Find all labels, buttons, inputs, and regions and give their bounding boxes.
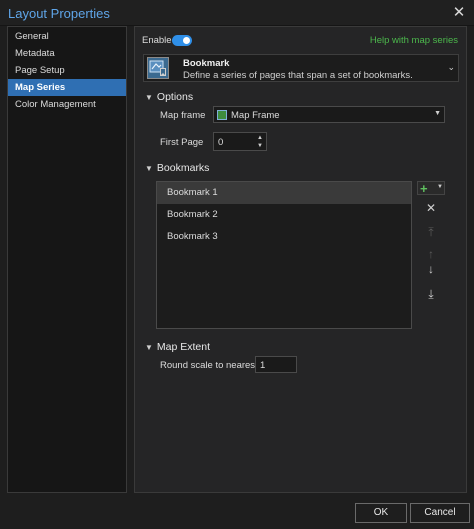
first-page-input[interactable]: 0 ▲ ▼ [213,132,267,151]
list-item[interactable]: Bookmark 1 [157,182,411,204]
options-section-header[interactable]: ▼ Options [145,91,193,103]
map-extent-section-header[interactable]: ▼ Map Extent [145,341,210,353]
move-up-icon[interactable]: ↑ [422,247,440,261]
decrement-icon[interactable]: ▼ [257,142,263,150]
collapse-chevron-icon: ▼ [145,164,153,173]
map-series-panel: Enable Help with map series Bookmark Def… [134,26,467,493]
cancel-button[interactable]: Cancel [410,503,470,523]
bookmarks-list[interactable]: Bookmark 1 Bookmark 2 Bookmark 3 [156,181,412,329]
add-bookmark-button[interactable]: + ▼ [417,181,445,196]
map-frame-icon [217,110,227,120]
list-item[interactable]: Bookmark 2 [157,204,411,226]
close-icon[interactable]: ✕ [452,5,466,20]
collapse-chevron-icon: ▼ [145,343,153,352]
first-page-value: 0 [218,137,224,148]
help-with-map-series-link[interactable]: Help with map series [370,35,458,46]
map-frame-label: Map frame [160,110,206,121]
nav-item-map-series[interactable]: Map Series [8,79,126,96]
series-type-selector[interactable]: Bookmark Define a series of pages that s… [143,54,459,82]
first-page-label: First Page [160,137,204,148]
chevron-down-icon: ⌄ [447,62,455,72]
series-type-description: Define a series of pages that span a set… [183,70,413,81]
round-scale-label: Round scale to nearest [160,360,258,371]
properties-nav: General Metadata Page Setup Map Series C… [7,26,127,493]
bookmarks-header-label: Bookmarks [156,162,210,174]
nav-item-metadata[interactable]: Metadata [8,45,126,62]
options-header-label: Options [156,91,194,103]
nav-item-general[interactable]: General [8,28,126,45]
chevron-down-icon: ▼ [437,184,443,190]
enable-label: Enable [142,35,172,46]
map-frame-value: Map Frame [231,110,280,121]
ok-button[interactable]: OK [355,503,407,523]
map-frame-dropdown[interactable]: Map Frame ▼ [213,106,445,123]
round-scale-value: 1 [260,360,266,371]
enable-toggle[interactable] [172,35,192,46]
series-type-name: Bookmark [183,58,230,69]
round-scale-input[interactable]: 1 [255,356,297,373]
nav-item-color-management[interactable]: Color Management [8,96,126,113]
increment-icon[interactable]: ▲ [257,134,263,142]
map-extent-header-label: Map Extent [156,341,211,353]
move-to-top-icon[interactable]: ⤒ [422,225,440,240]
bookmarks-section-header[interactable]: ▼ Bookmarks [145,162,209,174]
collapse-chevron-icon: ▼ [145,93,153,102]
move-to-bottom-icon[interactable]: ⤓ [422,287,440,302]
bookmark-map-icon [147,57,169,79]
move-down-icon[interactable]: ↓ [422,262,440,276]
window-title: Layout Properties [8,6,110,21]
plus-icon: + [420,181,428,196]
dropdown-arrow-icon: ▼ [434,110,441,117]
remove-icon[interactable]: ✕ [422,201,440,215]
nav-item-page-setup[interactable]: Page Setup [8,62,126,79]
list-item[interactable]: Bookmark 3 [157,226,411,248]
title-bar: Layout Properties ✕ [0,0,474,26]
